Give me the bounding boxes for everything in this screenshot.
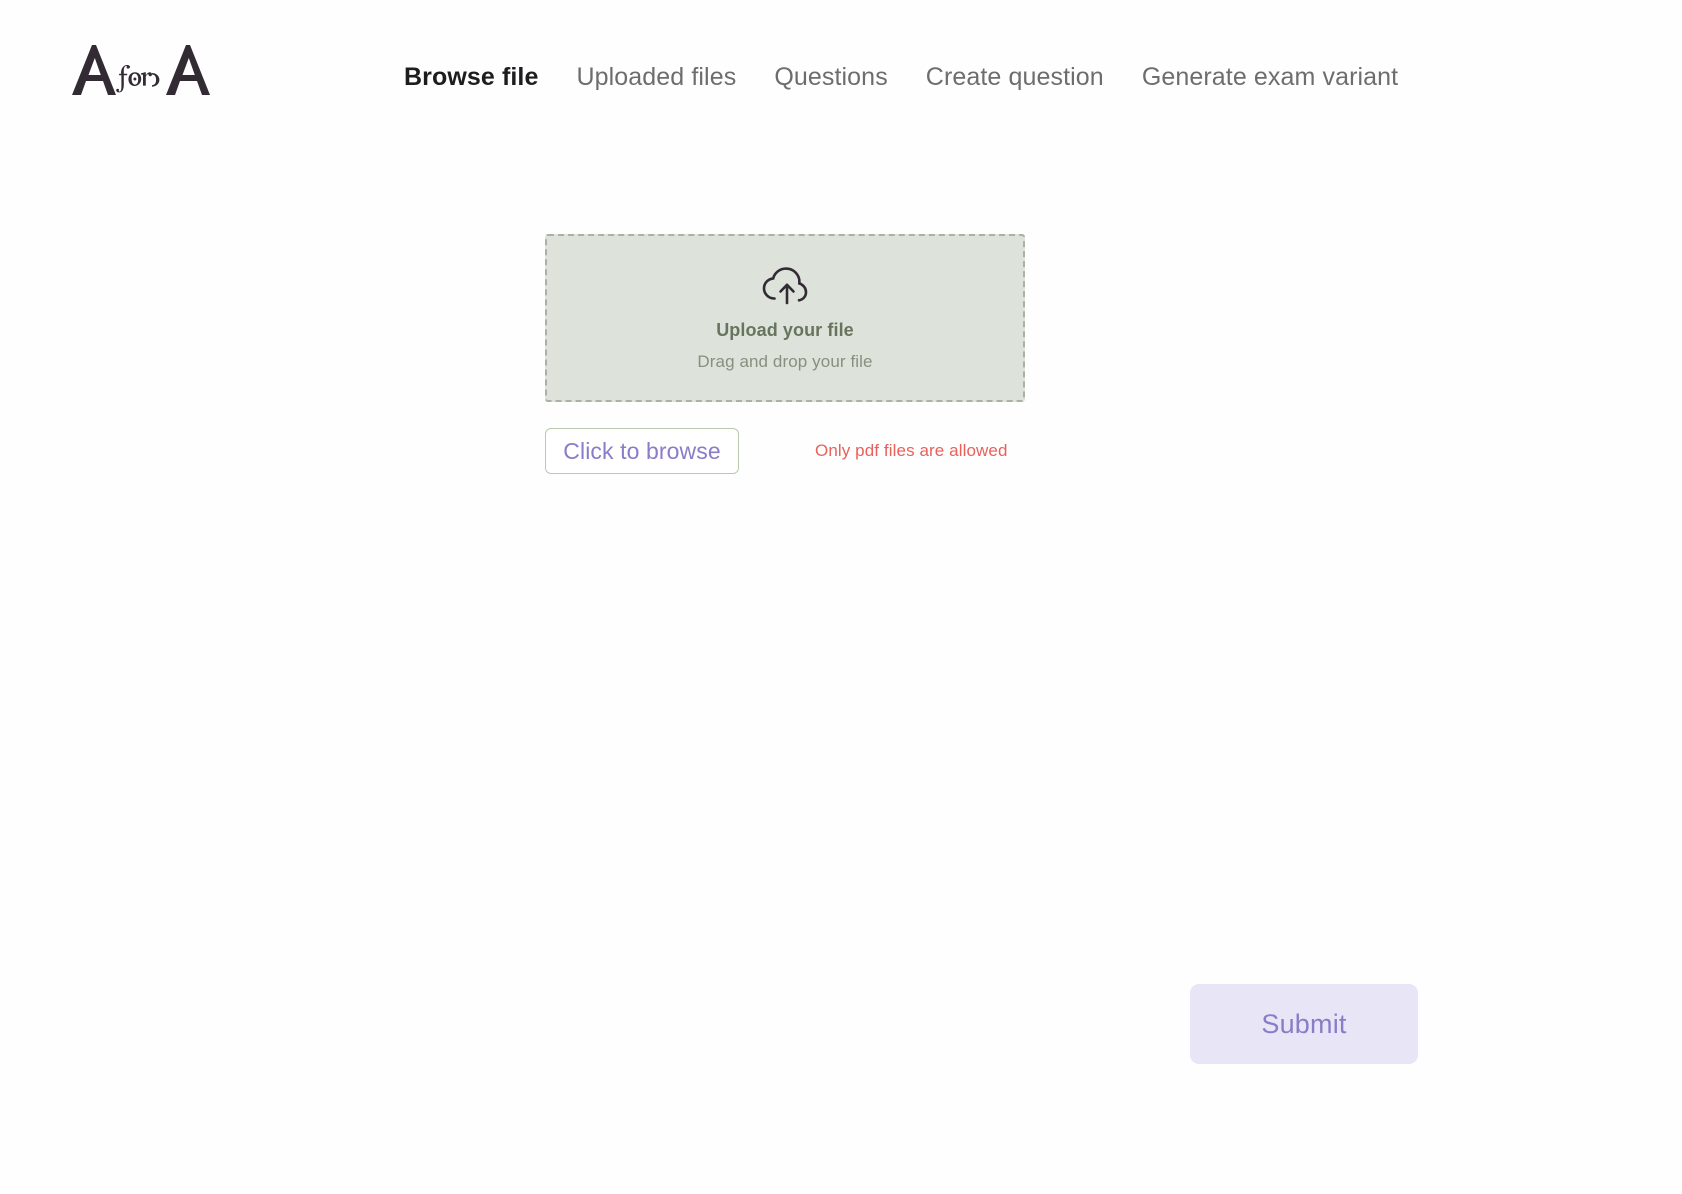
submit-button[interactable]: Submit <box>1190 984 1418 1064</box>
upload-section: Upload your file Drag and drop your file… <box>545 234 1025 474</box>
a-for-a-logo[interactable] <box>66 36 226 104</box>
dropzone-subtitle: Drag and drop your file <box>697 352 873 371</box>
nav-item-browse-file[interactable]: Browse file <box>404 62 538 92</box>
nav-item-uploaded-files[interactable]: Uploaded files <box>576 62 736 92</box>
cloud-upload-icon <box>759 264 811 308</box>
nav-item-create-question[interactable]: Create question <box>926 62 1104 92</box>
app-header: Browse file Uploaded files Questions Cre… <box>0 0 1682 150</box>
file-dropzone[interactable]: Upload your file Drag and drop your file <box>545 234 1025 402</box>
upload-action-row: Click to browse Only pdf files are allow… <box>545 428 1025 474</box>
nav-item-questions[interactable]: Questions <box>774 62 887 92</box>
dropzone-title: Upload your file <box>716 320 854 340</box>
file-type-error-message: Only pdf files are allowed <box>815 441 1008 460</box>
main-nav: Browse file Uploaded files Questions Cre… <box>404 62 1398 92</box>
app-root: Browse file Uploaded files Questions Cre… <box>0 0 1682 1194</box>
click-to-browse-button[interactable]: Click to browse <box>545 428 739 474</box>
nav-item-generate-exam-variant[interactable]: Generate exam variant <box>1142 62 1398 92</box>
